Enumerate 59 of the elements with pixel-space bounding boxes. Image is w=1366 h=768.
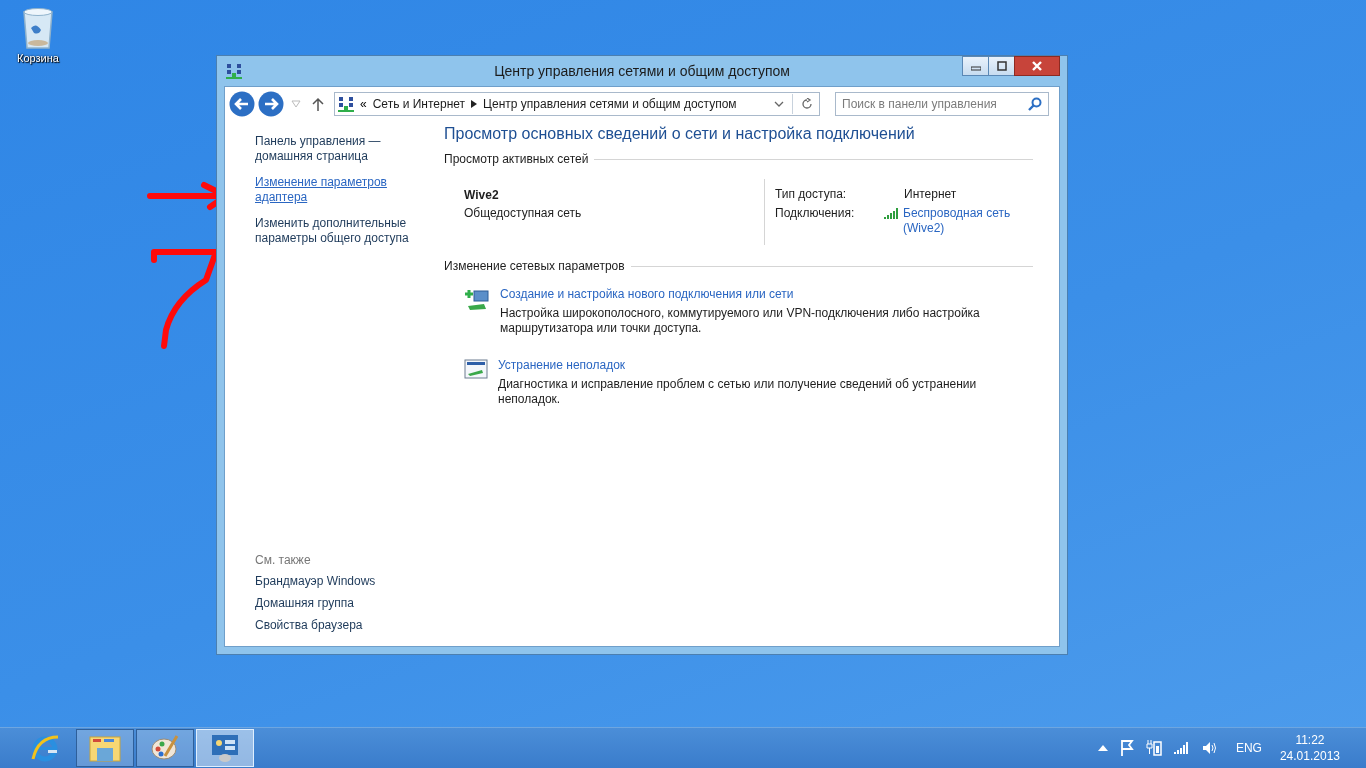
clock-time[interactable]: 11:22 [1295,733,1325,747]
troubleshoot-icon [464,358,488,380]
overflow-chevron[interactable]: « [360,97,367,111]
back-button[interactable] [229,91,255,117]
see-also-link[interactable]: Брандмауэр Windows [255,574,420,588]
sidebar-link[interactable]: Панель управления — домашняя страница [255,134,420,164]
task-description: Диагностика и исправление проблем с сетью или получение сведений об устранении неполадок. [498,377,978,407]
task-link[interactable]: Создание и настройка нового подключения или сети [500,287,1010,301]
dropdown-chevron-icon[interactable] [774,100,784,108]
forward-button[interactable] [258,91,284,117]
connection-link[interactable]: Беспроводная сеть (Wive2) [903,206,1023,236]
browser-logo-icon [30,733,60,763]
taskbar-button[interactable] [136,729,194,767]
sidebar-link[interactable]: Изменение параметров адаптера [255,175,420,205]
clock-date[interactable]: 24.01.2013 [1279,749,1340,763]
connections-label: Подключения: [775,206,856,220]
access-type-value: Интернет [904,187,957,201]
show-hidden-icons-icon[interactable] [1097,745,1108,751]
taskbar-button[interactable] [76,729,134,767]
breadcrumb[interactable]: Сеть и Интернет [372,97,466,111]
refresh-icon[interactable] [801,98,813,110]
up-arrow-icon[interactable] [312,97,324,111]
network-plus-icon [464,287,490,311]
sidebar-link[interactable]: Изменить дополнительные параметры общего доступа [255,216,420,246]
network-name: Wive2 [464,188,500,202]
speaker-icon[interactable] [1201,741,1218,755]
folder-icon [89,734,121,762]
flag-icon[interactable] [1119,740,1134,756]
trash-bin-icon [20,6,56,50]
breadcrumb[interactable]: Центр управления сетями и общим доступом [483,97,737,111]
task-description: Настройка широкополосного, коммутируемого или VPN-подключения либо настройка маршрутизатора или точки доступа. [500,306,981,336]
close-button[interactable] [1014,56,1060,76]
signal-icon [884,208,900,219]
battery-plug-icon[interactable] [1145,740,1162,756]
section-heading: Изменение сетевых параметров [444,259,625,273]
address-bar[interactable]: « Сеть и Интернет Центр управления сетями и общим доступом [334,92,820,116]
close-icon [1031,61,1043,71]
language-indicator[interactable]: ENG [1235,741,1262,755]
task-link[interactable]: Устранение неполадок [498,358,1008,372]
signal-icon[interactable] [1173,742,1190,754]
palette-icon [150,734,180,762]
minimize-button[interactable] [962,56,989,76]
see-also-link[interactable]: Домашняя группа [255,596,420,610]
access-type-label: Тип доступа: [775,187,848,201]
breadcrumb-arrow-icon[interactable] [471,100,478,108]
control-panel-icon [210,733,240,763]
search-field[interactable]: Поиск в панели управления [835,92,1049,116]
section-heading: Просмотр активных сетей [444,152,589,166]
network-icon [226,63,242,79]
see-also-heading: См. также [255,553,312,567]
page-heading: Просмотр основных сведений о сети и настройка подключений [444,125,916,143]
recycle-bin-shortcut[interactable]: Корзина [8,6,68,64]
network-category-link[interactable]: Общедоступная сеть [464,206,744,220]
network-icon [338,96,354,112]
window-title: Центр управления сетями и общим доступом [494,63,790,79]
maximize-icon [996,61,1007,71]
search-icon[interactable] [1028,97,1042,111]
see-also-link[interactable]: Свойства браузера [255,618,420,632]
maximize-button[interactable] [988,56,1015,76]
